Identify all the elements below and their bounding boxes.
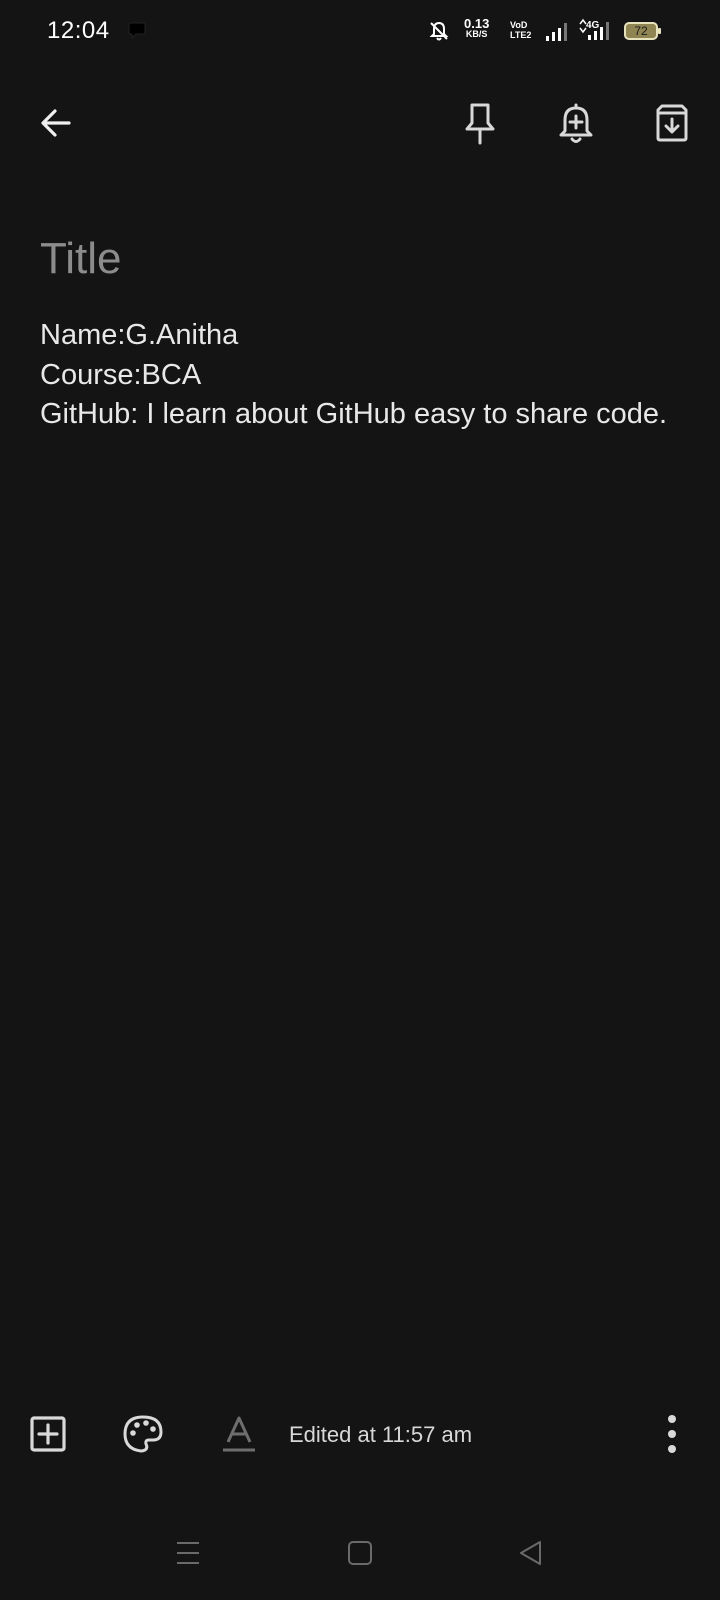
more-vert-icon [666,1414,678,1459]
home-button[interactable] [340,1535,380,1575]
archive-button[interactable] [644,97,700,153]
add-box-icon [29,1415,67,1458]
note-body-input[interactable]: Name:G.Anitha Course:BCA GitHub: I learn… [40,316,680,435]
signal-icon [544,20,570,47]
battery-icon: 72 [624,22,661,40]
status-bar: 12:04 0.13 KB/S VoD LTE2 4G 72 [0,0,720,64]
volte-badge: VoD LTE2 [510,20,532,40]
back-button[interactable] [28,97,84,153]
archive-icon [653,104,691,147]
home-square-icon [347,1540,373,1571]
net-speed: 0.13 KB/S [464,16,490,39]
signal-4g-icon: 4G [578,18,618,47]
palette-icon [122,1414,164,1459]
reminder-bell-icon [558,102,594,149]
message-icon [127,22,147,45]
status-time: 12:04 [47,17,110,44]
reminder-button[interactable] [548,97,604,153]
note-line: GitHub: I learn about GitHub easy to sha… [40,398,668,430]
system-back-button[interactable] [511,1535,551,1575]
note-line: Name:G.Anitha [40,319,239,351]
note-title-input[interactable]: Title [40,234,122,284]
back-arrow-icon [38,105,74,146]
background-color-button[interactable] [117,1410,169,1462]
recents-menu-icon [175,1540,201,1571]
text-format-icon [221,1414,257,1459]
note-bottom-bar: Edited at 11:57 am [0,1404,720,1468]
recents-button[interactable] [168,1535,208,1575]
edited-timestamp: Edited at 11:57 am [289,1422,473,1447]
note-line: Course:BCA [40,358,202,391]
system-nav-bar [0,1530,720,1580]
pin-button[interactable] [452,97,508,153]
add-content-button[interactable] [22,1410,74,1462]
back-triangle-icon [518,1540,544,1571]
more-options-button[interactable] [646,1410,698,1462]
text-format-button[interactable] [213,1410,265,1462]
bell-off-icon [428,20,450,47]
status-icons: 0.13 KB/S VoD LTE2 4G 72 [420,16,720,48]
note-toolbar [0,90,720,170]
svg-text:4G: 4G [586,20,600,31]
pin-icon [462,101,498,150]
